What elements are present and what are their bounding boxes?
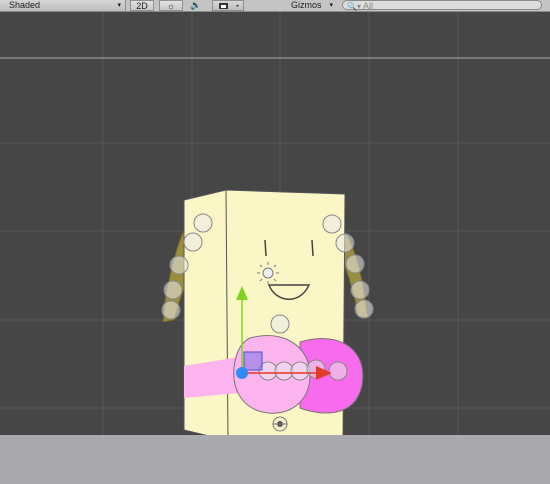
search-placeholder: All	[363, 1, 374, 11]
search-icon: 🔍▾	[347, 2, 361, 11]
left-eye	[264, 239, 267, 257]
bone-joint[interactable]	[322, 214, 342, 234]
bone-joint[interactable]	[345, 254, 365, 274]
bone-joint[interactable]	[290, 361, 310, 381]
search-field[interactable]: 🔍▾ All	[342, 0, 542, 11]
shading-mode-label: Shaded	[9, 0, 41, 10]
bone-joint[interactable]	[328, 361, 348, 381]
chevron-down-icon: ▾	[329, 2, 333, 9]
lighting-toggle-button[interactable]: ☼	[159, 0, 183, 11]
plane-handle[interactable]	[243, 351, 263, 371]
bone-joint[interactable]	[274, 361, 294, 381]
pivot-icon[interactable]	[272, 416, 288, 432]
bone-joint[interactable]	[169, 255, 189, 275]
gizmos-dropdown[interactable]: Gizmos ▾	[288, 0, 336, 11]
bone-joint[interactable]	[270, 314, 290, 334]
right-eye	[311, 239, 314, 257]
bone-joint[interactable]	[335, 233, 355, 253]
sun-icon: ☼	[166, 1, 176, 11]
bone-joint[interactable]	[183, 232, 203, 252]
center-handle[interactable]	[236, 367, 248, 379]
speaker-icon: 🔈	[190, 0, 202, 10]
bone-joint[interactable]	[350, 280, 370, 300]
chevron-down-icon: ▾	[117, 2, 121, 9]
shading-mode-dropdown[interactable]: Shaded ▾	[0, 0, 126, 11]
bone-joint[interactable]	[193, 213, 213, 233]
toggle-2d-button[interactable]: 2D	[130, 0, 154, 11]
ground-area	[0, 435, 550, 484]
effects-dropdown[interactable]	[212, 0, 244, 11]
gizmos-label: Gizmos	[291, 0, 322, 10]
scene-toolbar: Shaded ▾ 2D ☼ 🔈 Gizmos ▾ 🔍▾ All	[0, 0, 550, 12]
scene-canvas[interactable]	[0, 12, 550, 435]
image-icon	[219, 3, 239, 9]
bone-joint[interactable]	[354, 299, 374, 319]
bone-joint[interactable]	[163, 280, 183, 300]
audio-toggle-button[interactable]: 🔈	[184, 0, 208, 11]
bone-joint[interactable]	[161, 300, 181, 320]
scene-viewport[interactable]	[0, 12, 550, 435]
